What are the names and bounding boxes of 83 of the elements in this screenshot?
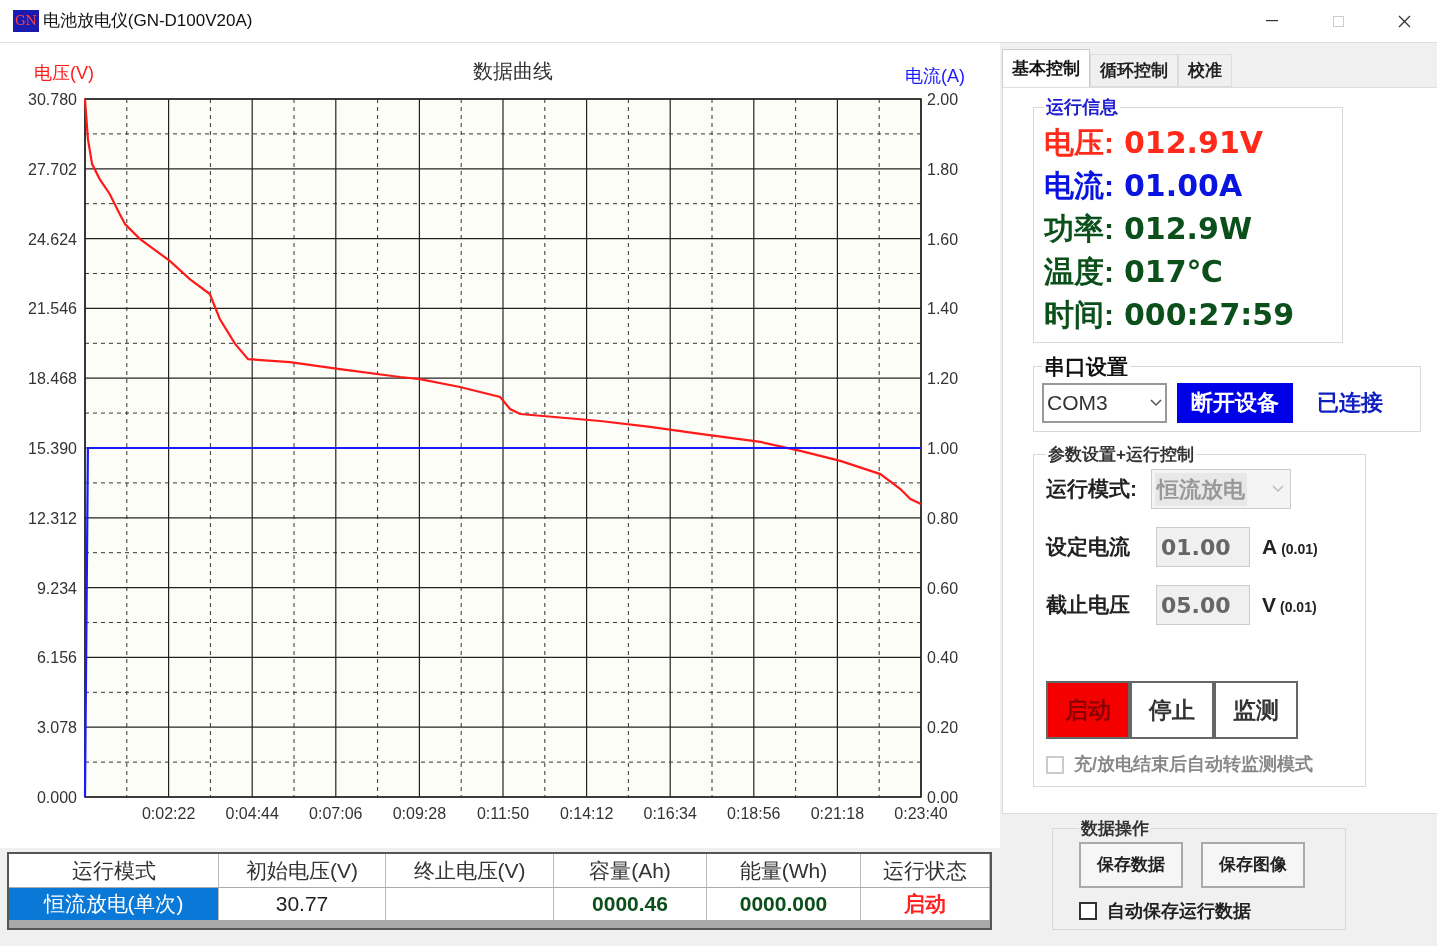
axis-tick-label: 0:21:18 — [810, 805, 865, 822]
info-label: 时间: — [1044, 297, 1114, 333]
checkbox[interactable] — [1079, 902, 1097, 920]
axis-tick-label: 0:04:44 — [225, 805, 279, 822]
chevron-down-icon — [1150, 398, 1162, 407]
field-label: 设定电流 — [1046, 534, 1130, 561]
step-label: (0.01) — [1280, 597, 1317, 617]
axis-tick-label: 0:11:50 — [476, 805, 530, 822]
info-label: 电压: — [1044, 125, 1114, 161]
field-label: 运行模式: — [1046, 476, 1137, 503]
axis-tick-label: 24.624 — [28, 230, 77, 248]
axis-tick-label: 0:23:40 — [894, 805, 948, 822]
axis-tick-label: 1.00 — [927, 440, 959, 457]
field-label: 截止电压 — [1046, 592, 1130, 619]
axis-tick-label: 0.000 — [36, 789, 77, 806]
axis-tick-label: 18.468 — [28, 370, 77, 388]
window-title: 电池放电仪(GN-D100V20A) — [42, 10, 253, 33]
info-label: 功率: — [1044, 211, 1114, 247]
axis-tick-label: 2.00 — [927, 91, 959, 108]
axis-tick-label: 21.546 — [28, 300, 77, 318]
select-value: COM3 — [1047, 389, 1108, 416]
tab[interactable]: 校准 — [1178, 54, 1232, 87]
axis-tick-label: 1.80 — [927, 160, 959, 178]
axis-tick-label: 9.234 — [36, 579, 77, 597]
axis-tick-label: 0.40 — [927, 649, 959, 667]
group-title: 运行信息 — [1045, 96, 1119, 119]
control-button[interactable]: 停止 — [1130, 681, 1214, 739]
tab[interactable]: 基本控制 — [1002, 49, 1090, 87]
axis-tick-label: 0:14:12 — [559, 805, 614, 822]
minimize-icon — [1266, 20, 1278, 22]
checkbox-label: 充/放电结束后自动转监测模式 — [1074, 753, 1313, 776]
info-value: 017℃ — [1124, 253, 1223, 291]
connection-status: 已连接 — [1317, 389, 1383, 417]
axis-tick-label: 0.60 — [927, 579, 959, 597]
axis-tick-label: 0.80 — [927, 509, 959, 527]
axis-tick-label: 0.00 — [927, 789, 959, 806]
axis-title: 电流(A) — [905, 66, 965, 86]
axis-tick-label: 1.40 — [927, 300, 959, 318]
axis-tick-label: 0.20 — [927, 719, 959, 737]
axis-tick-label: 1.20 — [927, 370, 959, 388]
save-button[interactable]: 保存数据 — [1079, 841, 1183, 888]
close-icon — [1397, 14, 1411, 28]
chevron-down-icon — [1272, 485, 1284, 493]
select-value: 恒流放电 — [1155, 472, 1247, 506]
axis-tick-label: 0:07:06 — [309, 805, 363, 822]
info-label: 电流: — [1044, 168, 1114, 204]
axis-tick-label: 1.60 — [927, 230, 959, 248]
table-cell: 0000.46 — [554, 888, 707, 920]
control-button[interactable]: 监测 — [1214, 681, 1298, 739]
tab[interactable]: 循环控制 — [1090, 54, 1178, 87]
axis-tick-label: 0:18:56 — [727, 805, 781, 822]
axis-tick-label: 15.390 — [28, 440, 77, 457]
axis-tick-label: 27.702 — [28, 160, 77, 178]
info-value: 012.91V — [1124, 124, 1263, 162]
axis-tick-label: 12.312 — [28, 509, 77, 527]
port-select[interactable]: COM3 — [1042, 382, 1167, 423]
save-button[interactable]: 保存图像 — [1201, 841, 1305, 888]
axis-tick-label: 0:16:34 — [643, 805, 697, 822]
table-cell: 30.77 — [219, 888, 386, 920]
info-value: 012.9W — [1124, 210, 1252, 248]
axis-tick-label: 0:02:22 — [141, 805, 196, 822]
axis-tick-label: 6.156 — [36, 649, 77, 667]
group-title: 参数设置+运行控制 — [1047, 443, 1195, 466]
axis-tick-label: 30.780 — [28, 91, 77, 108]
group-title: 串口设置 — [1043, 354, 1129, 380]
info-value: 01.00A — [1124, 167, 1243, 205]
info-value: 000:27:59 — [1124, 296, 1295, 334]
chart-title: 数据曲线 — [473, 60, 553, 82]
axis-tick-label: 3.078 — [36, 719, 77, 737]
disconnect-button[interactable]: 断开设备 — [1177, 382, 1293, 423]
maximize-icon — [1332, 15, 1344, 27]
checkbox-label: 自动保存运行数据 — [1107, 899, 1251, 923]
axis-tick-label: 0:09:28 — [392, 805, 447, 822]
step-label: (0.01) — [1281, 539, 1318, 559]
table-cell: 0000.000 — [707, 888, 861, 920]
info-label: 温度: — [1044, 254, 1114, 290]
table-cell: 启动 — [861, 888, 990, 920]
unit-label: A — [1262, 534, 1278, 561]
app-logo: GN — [13, 10, 39, 32]
unit-label: V — [1262, 592, 1276, 619]
table-cell: 恒流放电(单次) — [9, 888, 219, 920]
group-title: 数据操作 — [1080, 818, 1150, 840]
axis-title: 电压(V) — [34, 63, 94, 83]
